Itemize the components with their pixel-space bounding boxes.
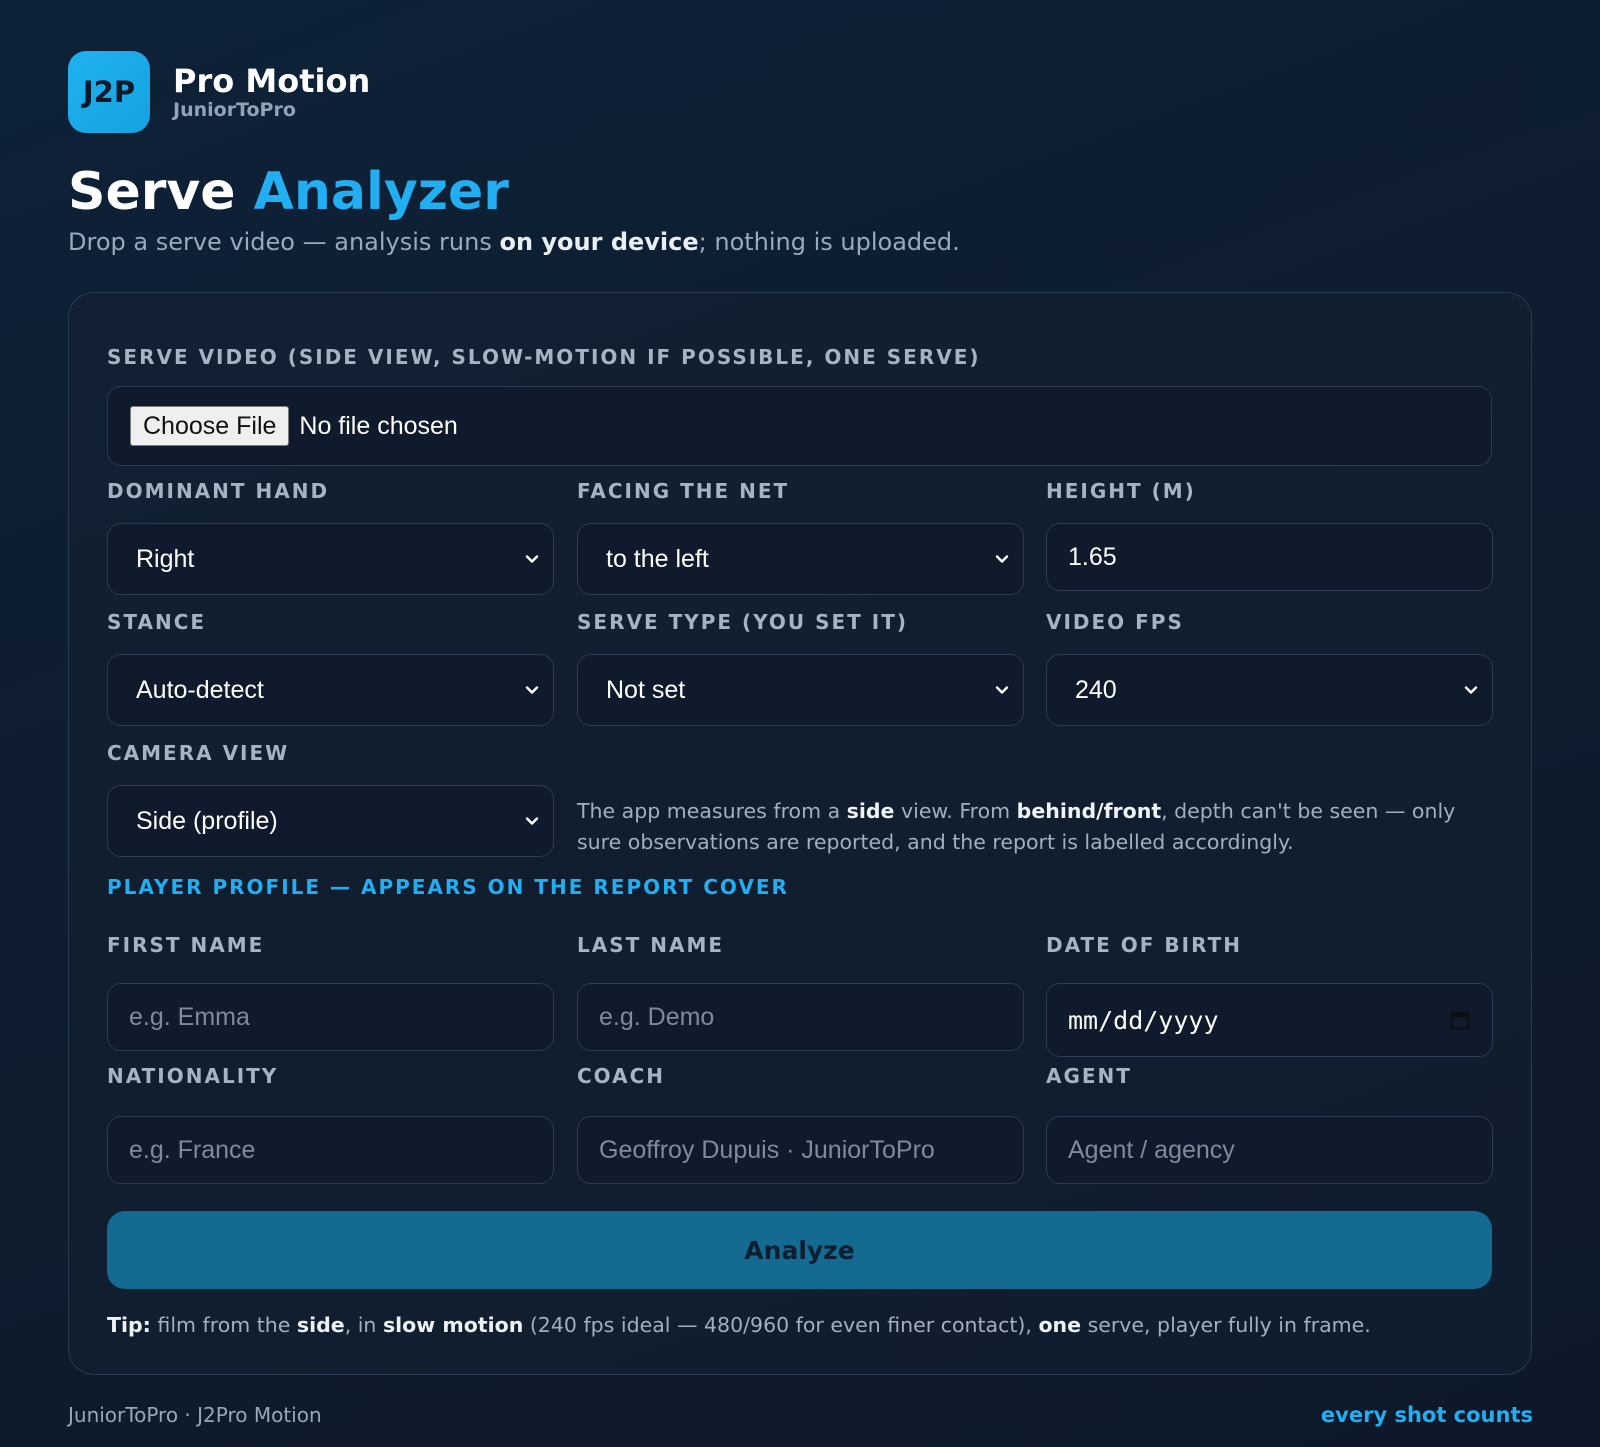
nationality-label: Nationality: [107, 1064, 279, 1088]
height-value: 1.65: [1068, 542, 1117, 571]
choose-file-button[interactable]: Choose File: [130, 406, 290, 446]
tip-text: serve, player fully in frame.: [1081, 1313, 1371, 1337]
facing-net-label: Facing the net: [577, 479, 790, 503]
player-profile-heading: Player profile — appears on the report c…: [107, 875, 789, 899]
camera-view-note: The app measures from a side view. From …: [577, 796, 1477, 858]
video-fps-select[interactable]: 240: [1046, 654, 1493, 726]
coach-placeholder: Geoffroy Dupuis · JuniorToPro: [599, 1135, 935, 1164]
tip-bold: slow motion: [382, 1313, 524, 1337]
coach-label: Coach: [577, 1064, 666, 1088]
height-input[interactable]: 1.65: [1046, 523, 1493, 591]
camera-view-label: Camera view: [107, 741, 290, 765]
chevron-down-icon: [525, 817, 539, 825]
page-subtitle: Drop a serve video — analysis runs on yo…: [68, 226, 960, 258]
brand-name: Pro Motion: [173, 62, 371, 100]
chevron-down-icon: [525, 555, 539, 563]
last-name-input[interactable]: e.g. Demo: [577, 983, 1024, 1051]
brand-text: Pro Motion JuniorToPro: [173, 63, 370, 121]
agent-input[interactable]: Agent / agency: [1046, 1116, 1493, 1184]
note-text: view. From: [894, 799, 1017, 823]
first-name-label: First name: [107, 933, 265, 957]
chevron-down-icon: [525, 686, 539, 694]
brand: J2P Pro Motion JuniorToPro: [68, 51, 370, 133]
dominant-hand-label: Dominant hand: [107, 479, 330, 503]
serve-type-select[interactable]: Not set: [577, 654, 1024, 726]
dominant-hand-select[interactable]: Right: [107, 523, 554, 595]
tip-bold: Tip:: [107, 1313, 151, 1337]
stance-value: Auto-detect: [136, 675, 264, 704]
height-label: Height (m): [1046, 479, 1196, 503]
video-fps-value: 240: [1075, 675, 1117, 704]
stance-label: Stance: [107, 610, 207, 634]
video-file-input[interactable]: Choose File No file chosen: [107, 386, 1492, 466]
tip-text: , in: [344, 1313, 383, 1337]
calendar-icon[interactable]: [1450, 1010, 1470, 1030]
analyze-button[interactable]: Analyze: [107, 1211, 1492, 1289]
agent-label: Agent: [1046, 1064, 1132, 1088]
nationality-placeholder: e.g. France: [129, 1135, 256, 1164]
analyzer-form-card: Serve video (side view, slow-motion if p…: [68, 292, 1532, 1375]
chevron-down-icon: [995, 686, 1009, 694]
dob-label: Date of birth: [1046, 933, 1242, 957]
coach-input[interactable]: Geoffroy Dupuis · JuniorToPro: [577, 1116, 1024, 1184]
file-status: No file chosen: [299, 411, 458, 440]
brand-subtitle: JuniorToPro: [173, 99, 296, 121]
facing-net-value: to the left: [606, 544, 709, 573]
tip-text: film from the: [150, 1313, 297, 1337]
chevron-down-icon: [995, 555, 1009, 563]
tip-bold: side: [296, 1313, 345, 1337]
stance-select[interactable]: Auto-detect: [107, 654, 554, 726]
footer-tagline: every shot counts: [1320, 1403, 1533, 1427]
facing-net-select[interactable]: to the left: [577, 523, 1024, 595]
last-name-placeholder: e.g. Demo: [599, 1002, 715, 1031]
camera-view-value: Side (profile): [136, 806, 278, 835]
nationality-input[interactable]: e.g. France: [107, 1116, 554, 1184]
dominant-hand-value: Right: [136, 544, 195, 573]
subtitle-text: Drop a serve video — analysis runs: [68, 228, 500, 256]
title-accent: Analyzer: [253, 162, 509, 222]
app-logo: J2P: [68, 51, 150, 133]
video-label: Serve video (side view, slow-motion if p…: [107, 345, 981, 369]
camera-view-select[interactable]: Side (profile): [107, 785, 554, 857]
subtitle-text-end: ; nothing is uploaded.: [698, 228, 960, 256]
title-main: Serve: [68, 162, 236, 222]
note-text: The app measures from a: [577, 799, 847, 823]
last-name-label: Last name: [577, 933, 725, 957]
tip-text: (240 fps ideal — 480/960 for even finer …: [523, 1313, 1039, 1337]
video-fps-label: Video FPS: [1046, 610, 1184, 634]
dob-placeholder: mm/dd/yyyy: [1068, 1005, 1219, 1035]
first-name-input[interactable]: e.g. Emma: [107, 983, 554, 1051]
agent-placeholder: Agent / agency: [1068, 1135, 1235, 1164]
filming-tip: Tip: film from the side, in slow motion …: [107, 1310, 1371, 1340]
page-title: Serve Analyzer: [68, 160, 509, 224]
footer-credit: JuniorToPro · J2Pro Motion: [68, 1403, 322, 1427]
subtitle-bold: on your device: [499, 228, 699, 256]
first-name-placeholder: e.g. Emma: [129, 1002, 250, 1031]
chevron-down-icon: [1464, 686, 1478, 694]
serve-type-label: Serve type (you set it): [577, 610, 908, 634]
note-bold: side: [846, 799, 895, 823]
date-of-birth-input[interactable]: mm/dd/yyyy: [1046, 983, 1493, 1057]
note-bold: behind/front: [1016, 799, 1162, 823]
tip-bold: one: [1038, 1313, 1082, 1337]
serve-type-value: Not set: [606, 675, 686, 704]
